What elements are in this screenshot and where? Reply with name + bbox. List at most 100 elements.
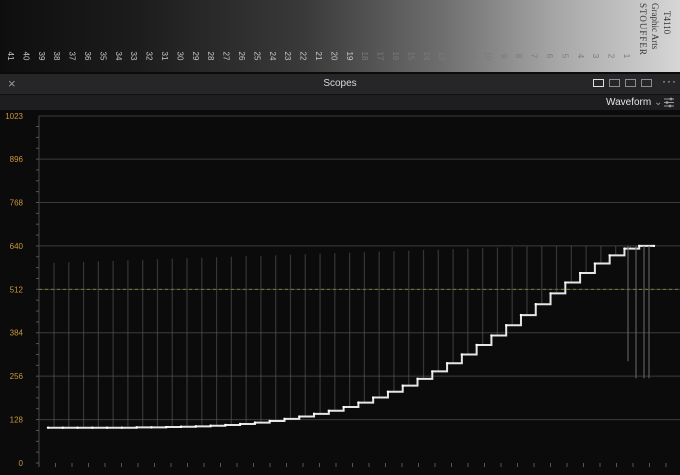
trace-step-point <box>578 271 582 275</box>
step-number: 6 <box>545 54 554 59</box>
step-number: 18 <box>360 52 369 61</box>
step-number: 24 <box>268 52 277 61</box>
trace-step-point <box>105 426 109 429</box>
trace-step-point <box>475 343 478 347</box>
trace-step-point <box>283 417 286 421</box>
y-tick-label: 512 <box>10 285 24 294</box>
step-number: 29 <box>191 52 200 61</box>
quad-layout-icon[interactable] <box>625 79 636 87</box>
trace-step-point <box>371 396 375 399</box>
y-tick-label: 1023 <box>5 112 23 121</box>
scope-toolbar: Waveform ⌄ <box>0 95 680 110</box>
trace-step-point <box>504 324 508 327</box>
step-number: 8 <box>514 54 523 59</box>
trace-step-point <box>342 405 345 409</box>
step-number: 31 <box>160 52 169 61</box>
y-tick-label: 0 <box>19 459 24 468</box>
chevron-down-icon: ⌄ <box>653 97 663 108</box>
sliders-icon[interactable] <box>663 97 675 108</box>
trace-step-point <box>224 423 227 427</box>
y-tick-label: 128 <box>10 416 24 425</box>
step-number: 25 <box>252 52 261 61</box>
step-number: 19 <box>345 52 354 61</box>
step-number: 32 <box>145 52 154 61</box>
trace-step-point <box>165 425 168 429</box>
trace-step-point <box>150 426 153 429</box>
step-number: 38 <box>52 52 61 61</box>
step-number: 33 <box>129 52 138 61</box>
trace-step-point <box>652 244 656 248</box>
step-number: 28 <box>206 52 215 61</box>
step-number: 10 <box>483 52 492 61</box>
trace-step-point <box>61 426 64 429</box>
y-tick-label: 768 <box>10 198 24 207</box>
step-number: 21 <box>314 52 323 61</box>
step-number: 39 <box>37 52 46 61</box>
step-number: 16 <box>391 52 400 61</box>
y-tick-label: 256 <box>10 372 24 381</box>
brand-line: T4110 <box>662 11 672 35</box>
trace-step-point <box>194 425 198 428</box>
trace-step-point <box>519 313 523 317</box>
trace-step-point <box>534 303 537 306</box>
step-number: 34 <box>114 52 123 61</box>
trace-step-point <box>623 247 626 250</box>
dual-layout-icon[interactable] <box>609 79 620 87</box>
scope-mode-label: Waveform <box>606 97 652 108</box>
trace-step-point <box>357 401 360 404</box>
step-number: 7 <box>530 54 539 59</box>
trace-step-point <box>386 390 390 393</box>
trace-step-point <box>549 292 552 295</box>
brand-line: STOUFFER <box>638 3 648 56</box>
step-number: 13 <box>437 52 446 61</box>
trace-step-point <box>431 370 434 373</box>
trace-step-point <box>638 244 641 248</box>
step-number: 23 <box>283 52 292 61</box>
trace-step-point <box>564 281 567 284</box>
step-number: 4 <box>576 54 585 59</box>
single-layout-icon[interactable] <box>593 79 604 87</box>
step-number: 36 <box>83 52 92 61</box>
step-number: 11 <box>468 52 477 61</box>
trace-step-point <box>460 353 464 356</box>
step-number: 2 <box>607 54 616 59</box>
step-number: 41 <box>6 52 15 61</box>
trace-step-point <box>268 419 271 423</box>
trace-step-point <box>253 421 257 424</box>
trace-step-point <box>327 409 331 412</box>
trace-step-point <box>593 262 597 265</box>
step-number: 27 <box>222 52 231 61</box>
panel-title: Scopes <box>323 78 357 89</box>
trace-step-point <box>298 415 301 418</box>
trace-step-point <box>238 422 242 426</box>
scope-mode-select[interactable]: Waveform ⌄ <box>606 97 662 108</box>
step-number: 5 <box>560 54 569 59</box>
step-number: 26 <box>237 52 246 61</box>
brand-line: Graphic Arts <box>650 3 660 50</box>
grayscale-step-chart: 41 40 39 38 37 36 35 34 33 32 31 30 29 28 27 26 25 24 23 22… <box>0 0 680 72</box>
step-number: 22 <box>299 52 308 61</box>
more-options-icon[interactable]: ··· <box>662 74 677 88</box>
y-tick-label: 896 <box>10 155 24 164</box>
trace-step-point <box>608 254 611 257</box>
trace-step-point <box>76 426 79 429</box>
trace-step-point <box>179 425 183 428</box>
trace-step-point <box>445 362 449 365</box>
step-number: 40 <box>21 52 30 61</box>
trace-step-point <box>490 334 493 337</box>
step-number: 35 <box>98 52 107 61</box>
trace-step-point <box>416 377 419 381</box>
trace-step-point <box>209 424 212 427</box>
trace-step-point <box>91 426 94 429</box>
panel-titlebar: × Scopes ··· <box>0 74 680 95</box>
trace-step-point <box>135 426 138 429</box>
trace-step-point <box>46 426 50 429</box>
trace-step-point <box>120 426 124 429</box>
step-number: 20 <box>329 52 338 61</box>
step-number: 9 <box>499 54 508 59</box>
step-number: 30 <box>175 52 184 61</box>
step-number: 37 <box>68 52 77 61</box>
step-number: 12 <box>453 52 462 61</box>
grid-layout-icon[interactable] <box>641 79 652 87</box>
trace-step-point <box>312 412 316 416</box>
